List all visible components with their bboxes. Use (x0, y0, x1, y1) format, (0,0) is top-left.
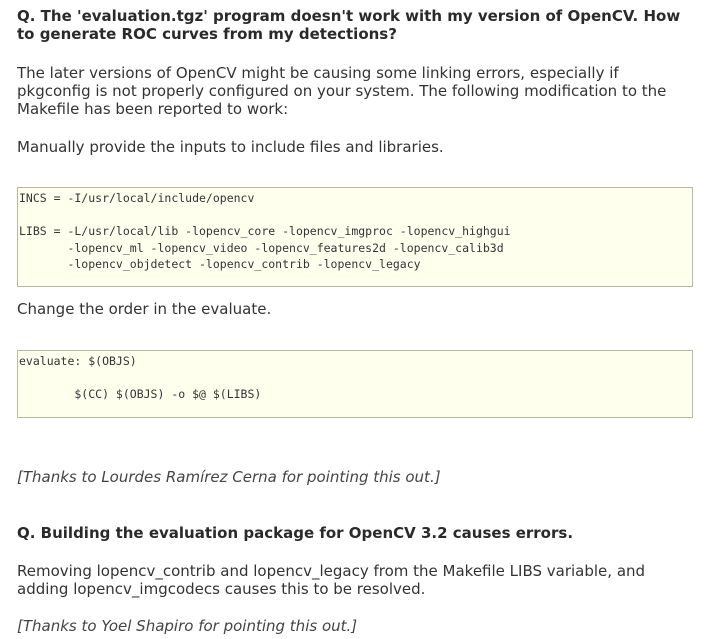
makefile-code-includes-libs: INCS = -I/usr/local/include/opencv LIBS … (17, 187, 693, 287)
faq-answer-intro: The later versions of OpenCV might be ca… (17, 64, 667, 118)
faq-answer-opencv32: Removing lopencv_contrib and lopencv_leg… (17, 562, 646, 598)
faq-step-change-order: Change the order in the evaluate. (17, 300, 272, 318)
faq-page: Q. The 'evaluation.tgz' program doesn't … (0, 0, 705, 639)
faq-question-roc-curves: Q. The 'evaluation.tgz' program doesn't … (17, 7, 681, 43)
faq-step-include-files: Manually provide the inputs to include f… (17, 138, 444, 156)
thanks-note-lourdes: [Thanks to Lourdes Ramírez Cerna for poi… (17, 468, 441, 486)
makefile-code-evaluate: evaluate: $(OBJS) $(CC) $(OBJS) -o $@ $(… (17, 350, 693, 418)
thanks-note-yoel: [Thanks to Yoel Shapiro for pointing thi… (17, 617, 358, 635)
faq-question-opencv32-errors: Q. Building the evaluation package for O… (17, 524, 574, 542)
